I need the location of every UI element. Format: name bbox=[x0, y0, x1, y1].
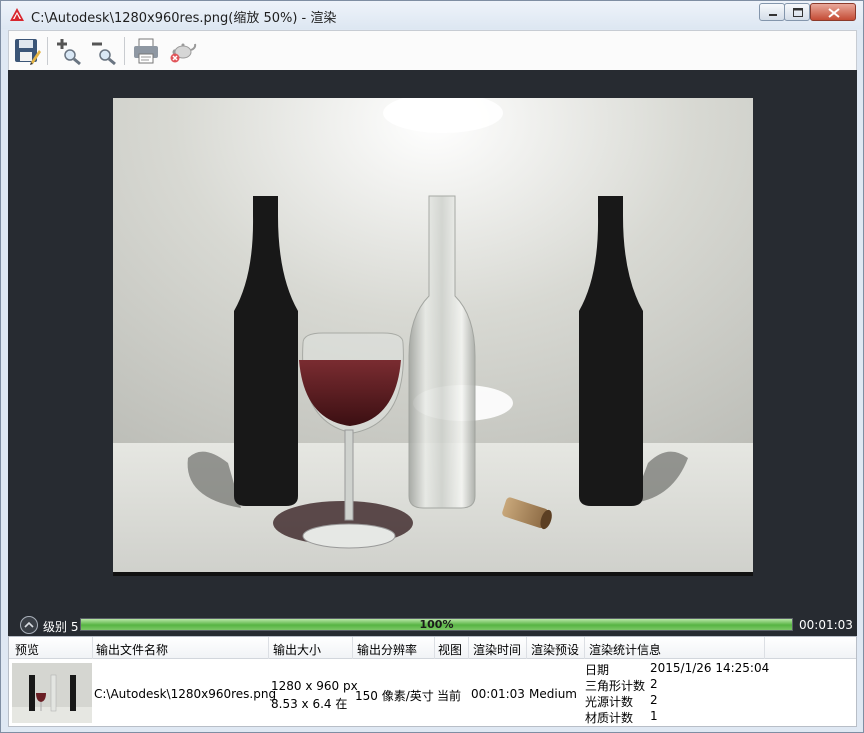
render-progress-text: 100% bbox=[419, 618, 454, 631]
stat-lights-label: 光源计数 bbox=[585, 695, 634, 709]
progress-row: 级别 5 100% 00:01:03 bbox=[8, 614, 857, 636]
render-history-table: 预览 输出文件名称 输出大小 输出分辨率 视图 渲染时间 渲染预设 渲染统计信息 bbox=[8, 636, 857, 727]
stat-materials-value: 1 bbox=[650, 709, 658, 723]
elapsed-time: 00:01:03 bbox=[799, 618, 853, 632]
print-icon bbox=[134, 38, 158, 64]
zoom-in-icon bbox=[57, 39, 81, 66]
column-output-size[interactable]: 输出大小 bbox=[273, 641, 321, 658]
column-divider bbox=[468, 637, 469, 659]
stat-triangles-value: 2 bbox=[650, 677, 658, 691]
minimize-button[interactable] bbox=[759, 3, 785, 21]
column-preview[interactable]: 预览 bbox=[15, 641, 39, 658]
row-size-px: 1280 x 960 px bbox=[271, 679, 358, 693]
column-render-time[interactable]: 渲染时间 bbox=[473, 641, 521, 658]
maximize-icon bbox=[793, 8, 803, 17]
row-filename: C:\Autodesk\1280x960res.png bbox=[94, 687, 277, 701]
save-icon bbox=[15, 39, 41, 65]
toolbar bbox=[8, 30, 857, 70]
row-preset: Medium bbox=[529, 687, 577, 701]
minimize-icon bbox=[769, 14, 777, 16]
maximize-button[interactable] bbox=[784, 3, 810, 21]
toolbar-separator bbox=[47, 37, 48, 65]
window-title: C:\Autodesk\1280x960res.png(缩放 50%) - 渲染 bbox=[31, 11, 337, 26]
zoom-out-icon bbox=[92, 42, 116, 66]
column-divider bbox=[92, 637, 93, 659]
toolbar-separator bbox=[124, 37, 125, 65]
render-viewport[interactable] bbox=[8, 70, 857, 614]
table-header: 预览 输出文件名称 输出大小 输出分辨率 视图 渲染时间 渲染预设 渲染统计信息 bbox=[9, 637, 856, 659]
row-size-inches: 8.53 x 6.4 在 bbox=[271, 697, 348, 711]
column-divider bbox=[526, 637, 527, 659]
column-preset[interactable]: 渲染预设 bbox=[531, 641, 579, 658]
stat-materials-label: 材质计数 bbox=[585, 711, 634, 725]
zoom-out-button[interactable] bbox=[89, 36, 119, 66]
column-divider bbox=[352, 637, 353, 659]
stat-lights-value: 2 bbox=[650, 693, 658, 707]
column-divider bbox=[434, 637, 435, 659]
cancel-render-teapot-icon bbox=[170, 43, 197, 63]
column-divider bbox=[584, 637, 585, 659]
expand-up-icon[interactable] bbox=[20, 616, 38, 634]
stat-triangles-label: 三角形计数 bbox=[585, 679, 646, 693]
save-button[interactable] bbox=[12, 36, 42, 66]
row-view: 当前 bbox=[437, 689, 462, 703]
column-stats[interactable]: 渲染统计信息 bbox=[589, 641, 661, 658]
render-progress-bar: 100% bbox=[80, 618, 793, 631]
close-icon bbox=[828, 8, 840, 18]
column-divider bbox=[764, 637, 765, 659]
level-label: 级别 5 bbox=[43, 620, 79, 634]
stat-date-label: 日期 bbox=[585, 663, 610, 677]
zoom-in-button[interactable] bbox=[54, 36, 84, 66]
column-divider bbox=[268, 637, 269, 659]
stat-date-value: 2015/1/26 14:25:04 bbox=[650, 661, 770, 675]
row-render-time: 00:01:03 bbox=[471, 687, 525, 701]
title-bar[interactable]: C:\Autodesk\1280x960res.png(缩放 50%) - 渲染 bbox=[1, 1, 863, 29]
autodesk-logo-icon bbox=[10, 8, 24, 21]
column-filename[interactable]: 输出文件名称 bbox=[96, 641, 168, 658]
history-row[interactable]: C:\Autodesk\1280x960res.png 1280 x 960 p… bbox=[9, 660, 856, 726]
close-button[interactable] bbox=[810, 3, 856, 21]
render-thumbnail bbox=[12, 663, 92, 723]
rendered-image bbox=[113, 98, 753, 576]
column-view[interactable]: 视图 bbox=[438, 641, 462, 658]
column-resolution[interactable]: 输出分辨率 bbox=[357, 641, 417, 658]
row-resolution: 150 像素/英寸 bbox=[355, 689, 434, 703]
cancel-render-button[interactable] bbox=[167, 36, 197, 66]
print-button[interactable] bbox=[131, 36, 161, 66]
render-window: C:\Autodesk\1280x960res.png(缩放 50%) - 渲染 bbox=[0, 0, 864, 733]
